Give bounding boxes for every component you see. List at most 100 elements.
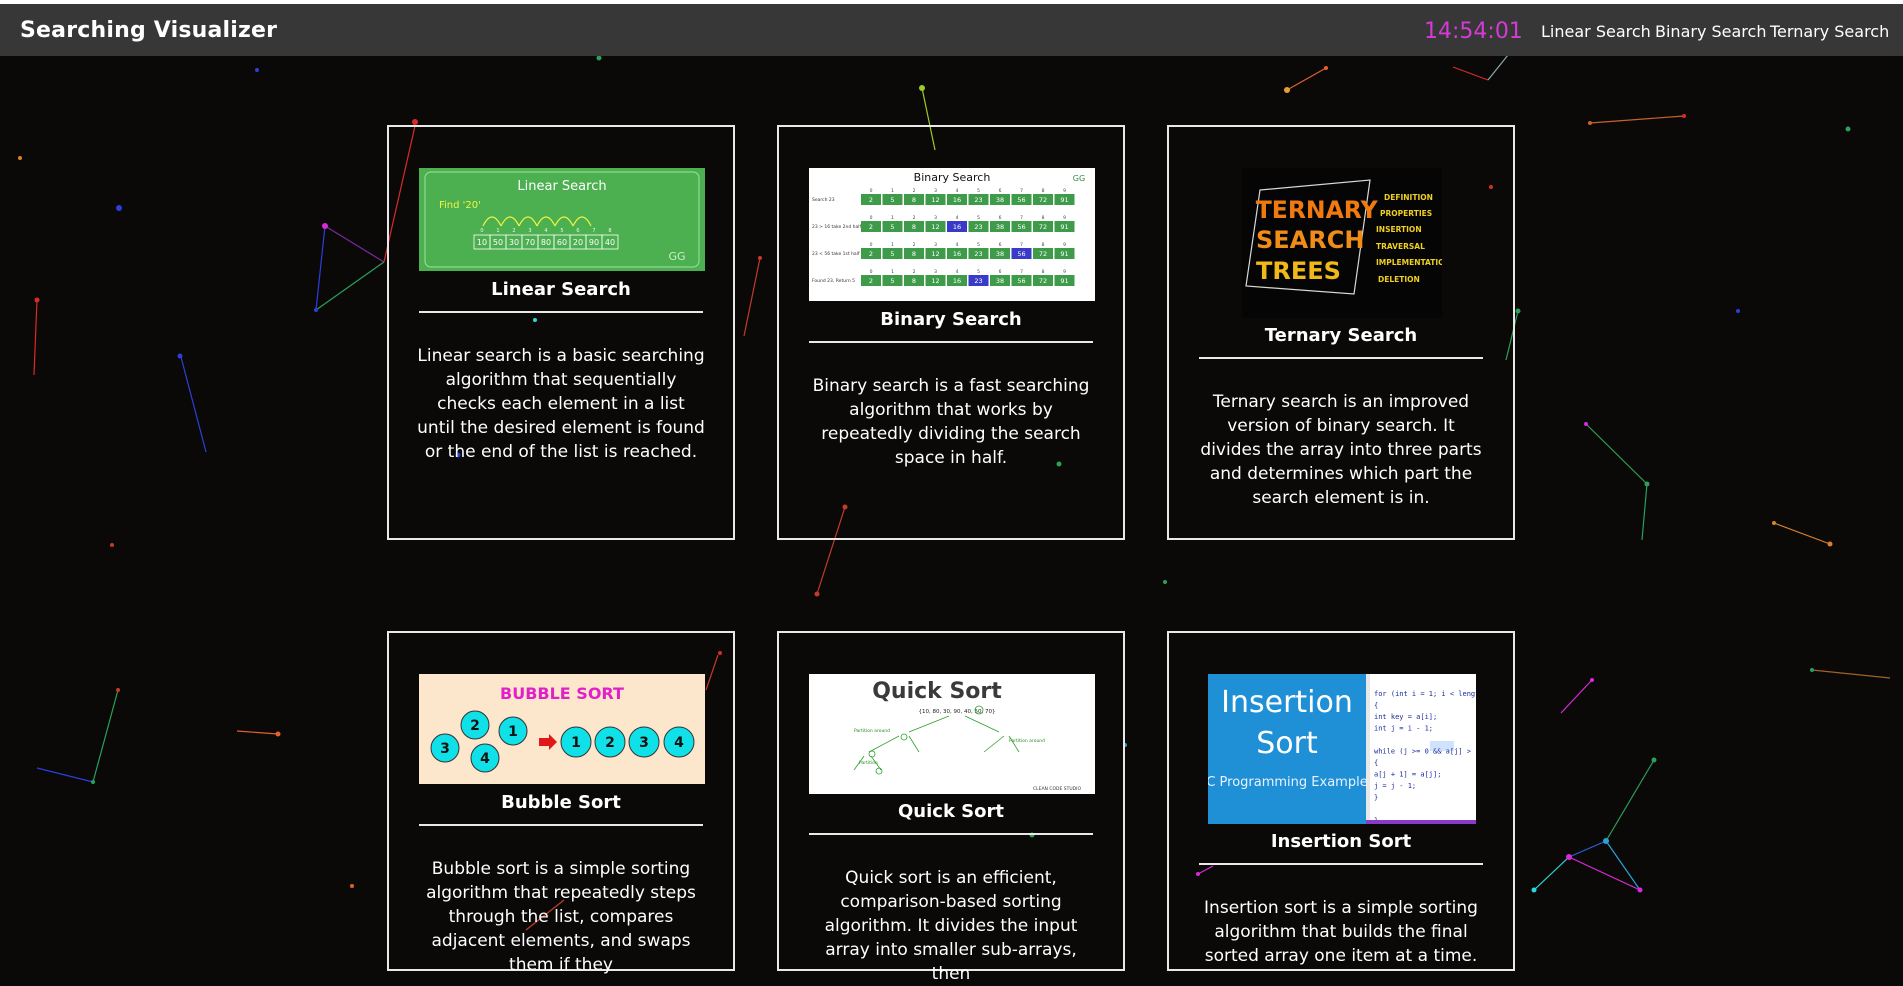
binary-cell-value: 56 bbox=[1017, 250, 1025, 258]
card-binary-search[interactable]: Binary Search GG Search 23 0 2 1 5 2 8 3 12 4 16 5 2… bbox=[777, 125, 1125, 540]
linear-index: 4 bbox=[544, 228, 547, 234]
nav-link-ternary-search[interactable]: Ternary Search bbox=[1770, 22, 1889, 41]
binary-cell-value: 23 bbox=[974, 250, 982, 258]
binary-cell-value: 72 bbox=[1039, 196, 1047, 204]
linear-image-logo: GG bbox=[668, 250, 685, 263]
binary-index: 8 bbox=[1042, 269, 1045, 275]
code-line: while (j >= 0 && a[j] > bbox=[1374, 748, 1471, 756]
card-description: Bubble sort is a simple sorting algorith… bbox=[426, 859, 696, 975]
card-title: Insertion Sort bbox=[1270, 831, 1412, 852]
binary-cell-value: 16 bbox=[953, 223, 961, 231]
binary-index: 2 bbox=[913, 215, 916, 221]
ternary-topic: TRAVERSAL bbox=[1376, 242, 1425, 251]
svg-text:Partition around: Partition around bbox=[854, 728, 890, 734]
binary-index: 7 bbox=[1020, 242, 1023, 248]
bubble-sorted-value: 3 bbox=[639, 735, 649, 751]
binary-image-logo: GG bbox=[1073, 174, 1085, 183]
binary-cell-value: 8 bbox=[912, 196, 916, 204]
binary-index: 3 bbox=[934, 215, 937, 221]
binary-index: 9 bbox=[1063, 188, 1066, 194]
binary-index: 5 bbox=[977, 188, 980, 194]
linear-index: 1 bbox=[496, 228, 499, 234]
svg-text:Partition around: Partition around bbox=[1009, 738, 1045, 744]
binary-index: 6 bbox=[999, 215, 1002, 221]
binary-index: 5 bbox=[977, 269, 980, 275]
binary-index: 9 bbox=[1063, 215, 1066, 221]
card-bubble-sort[interactable]: BUBBLE SORT 2 1 3 4 1 2 3 4 Bubble Sort … bbox=[387, 631, 735, 975]
linear-cell-value: 90 bbox=[589, 238, 599, 247]
binary-index: 6 bbox=[999, 242, 1002, 248]
linear-cell-value: 60 bbox=[557, 238, 567, 247]
binary-index: 8 bbox=[1042, 188, 1045, 194]
ternary-image-line3: TREES bbox=[1256, 257, 1341, 285]
linear-cell-value: 10 bbox=[477, 238, 487, 247]
binary-row-label: 23 > 16 take 2nd half bbox=[812, 224, 862, 230]
linear-index: 3 bbox=[528, 228, 531, 234]
binary-cell-value: 38 bbox=[996, 196, 1004, 204]
ternary-topic: DEFINITION bbox=[1384, 193, 1433, 202]
ternary-topic: PROPERTIES bbox=[1380, 209, 1432, 218]
binary-image-heading: Binary Search bbox=[914, 171, 991, 184]
linear-index: 5 bbox=[560, 228, 563, 234]
binary-index: 3 bbox=[934, 188, 937, 194]
binary-cell-value: 56 bbox=[1017, 196, 1025, 204]
card-title: Quick Sort bbox=[897, 801, 1004, 822]
linear-cell-value: 40 bbox=[605, 238, 615, 247]
insertion-sort-image: Insertion Sort C Programming Example for… bbox=[1208, 674, 1476, 824]
card-description: Ternary search is an improved version of… bbox=[1200, 392, 1482, 508]
binary-index: 0 bbox=[870, 215, 873, 221]
binary-index: 4 bbox=[956, 215, 959, 221]
card-linear-search[interactable]: Linear Search Find '20' 0 10 1 50 2 30 3 70 4 80 5… bbox=[387, 125, 735, 540]
binary-cell-value: 8 bbox=[912, 250, 916, 258]
binary-cell-value: 8 bbox=[912, 223, 916, 231]
binary-cell-value: 12 bbox=[931, 277, 939, 285]
binary-index: 4 bbox=[956, 188, 959, 194]
card-ternary-search[interactable]: TERNARY SEARCH TREES DEFINITION PROPERTI… bbox=[1167, 125, 1515, 540]
ternary-search-image: TERNARY SEARCH TREES DEFINITION PROPERTI… bbox=[1242, 168, 1442, 318]
binary-row-label: Found 23, Return 5 bbox=[812, 278, 855, 284]
binary-cell-value: 72 bbox=[1039, 250, 1047, 258]
binary-index: 3 bbox=[934, 242, 937, 248]
linear-index: 6 bbox=[576, 228, 579, 234]
linear-cell-value: 20 bbox=[573, 238, 583, 247]
quick-image-footer: CLEAN CODE STUDIO bbox=[1033, 786, 1081, 792]
card-description: Linear search is a basic searching algor… bbox=[417, 346, 705, 462]
binary-cell-value: 5 bbox=[890, 250, 894, 258]
card-divider bbox=[419, 311, 703, 313]
card-divider bbox=[1199, 357, 1483, 359]
binary-cell-value: 38 bbox=[996, 250, 1004, 258]
binary-cell-value: 5 bbox=[890, 277, 894, 285]
quick-image-heading: Quick Sort bbox=[872, 679, 1002, 704]
nav-link-binary-search[interactable]: Binary Search bbox=[1655, 22, 1766, 41]
card-title: Bubble Sort bbox=[501, 792, 621, 813]
bubble-image-heading: BUBBLE SORT bbox=[500, 684, 624, 703]
code-line: { bbox=[1374, 702, 1378, 710]
ternary-topic: INSERTION bbox=[1376, 225, 1422, 234]
binary-cell-value: 2 bbox=[869, 196, 873, 204]
binary-index: 7 bbox=[1020, 215, 1023, 221]
binary-index: 5 bbox=[977, 215, 980, 221]
binary-index: 1 bbox=[891, 269, 894, 275]
binary-cell-value: 2 bbox=[869, 223, 873, 231]
binary-index: 6 bbox=[999, 188, 1002, 194]
binary-search-image: Binary Search GG Search 2302152831241652… bbox=[809, 168, 1095, 301]
binary-index: 4 bbox=[956, 242, 959, 248]
insertion-image-line2: Sort bbox=[1256, 726, 1318, 761]
binary-index: 2 bbox=[913, 188, 916, 194]
linear-cell-value: 50 bbox=[493, 238, 503, 247]
card-insertion-sort[interactable]: Insertion Sort C Programming Example for… bbox=[1167, 631, 1515, 971]
code-line: int j = i - 1; bbox=[1374, 725, 1433, 733]
binary-index: 8 bbox=[1042, 215, 1045, 221]
binary-cell-value: 91 bbox=[1060, 223, 1068, 231]
svg-text:Partition: Partition bbox=[859, 760, 878, 766]
nav-link-linear-search[interactable]: Linear Search bbox=[1541, 22, 1651, 41]
binary-index: 9 bbox=[1063, 242, 1066, 248]
binary-cell-value: 91 bbox=[1060, 196, 1068, 204]
code-line: { bbox=[1374, 759, 1378, 767]
brand-title[interactable]: Searching Visualizer bbox=[20, 18, 277, 43]
binary-index: 7 bbox=[1020, 269, 1023, 275]
bubble-sorted-value: 4 bbox=[674, 735, 684, 751]
card-quick-sort[interactable]: Quick Sort {10, 80, 30, 90, 40, 50, 70} … bbox=[777, 631, 1125, 984]
linear-image-heading: Linear Search bbox=[517, 179, 606, 194]
binary-index: 4 bbox=[956, 269, 959, 275]
